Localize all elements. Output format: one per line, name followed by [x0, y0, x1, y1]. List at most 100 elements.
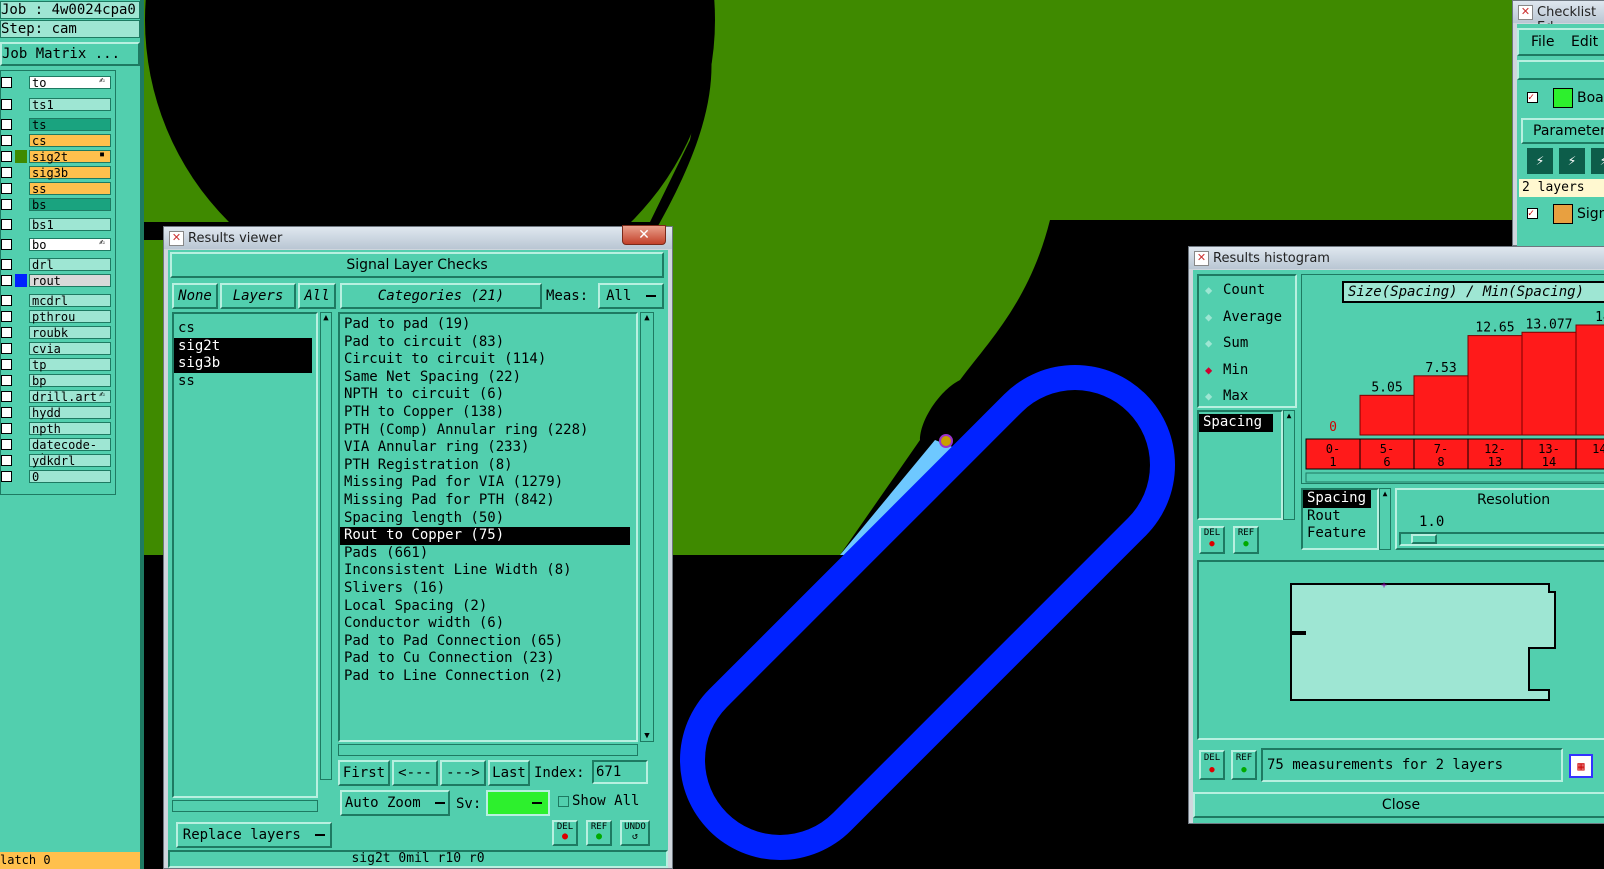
mode-radio-max[interactable]: ◆ Max	[1205, 388, 1295, 408]
next-button[interactable]: --->	[440, 760, 486, 786]
layer-checkbox[interactable]	[1, 439, 12, 450]
layer-checkbox[interactable]	[1, 343, 12, 354]
category-item[interactable]: Pad to Pad Connection (65)	[340, 633, 630, 651]
parameters-button[interactable]: Parameters	[1521, 118, 1604, 144]
layer-name[interactable]: pthrou	[29, 310, 111, 324]
layer-row[interactable]: sig2t ▪	[1, 149, 113, 164]
mode-radio-average[interactable]: ◆ Average	[1205, 309, 1295, 329]
layer-name[interactable]: cvia	[29, 342, 111, 356]
categories-list[interactable]: Pad to pad (19) Pad to circuit (83) Circui…	[338, 312, 638, 742]
attr-list[interactable]: Spacing Rout Feature	[1301, 488, 1379, 550]
hist-del-button[interactable]: DEL ●	[1199, 526, 1225, 554]
layer-name[interactable]: ydkdrl	[29, 454, 111, 468]
layer-row[interactable]: rout	[1, 273, 113, 288]
export-icon[interactable]: ▦	[1569, 754, 1593, 778]
layer-name[interactable]: bs	[29, 198, 111, 212]
layer-checkbox[interactable]	[1, 407, 12, 418]
prev-button[interactable]: <---	[392, 760, 438, 786]
layer-checkbox[interactable]	[1, 135, 12, 146]
attr-option[interactable]: Rout	[1303, 508, 1371, 526]
category-item[interactable]: NPTH to circuit (6)	[340, 386, 630, 404]
category-item[interactable]: Conductor width (6)	[340, 615, 630, 633]
layer-checkbox[interactable]	[1, 167, 12, 178]
layer-option[interactable]: sig3b	[174, 355, 312, 373]
layer-row[interactable]: sig3b	[1, 165, 113, 180]
measure-list[interactable]: Spacing	[1197, 410, 1283, 520]
layer-checkbox[interactable]	[1, 359, 12, 370]
category-item[interactable]: Pad to Cu Connection (23)	[340, 650, 630, 668]
category-item[interactable]: Pad to circuit (83)	[340, 334, 630, 352]
layer-checkbox[interactable]	[1, 423, 12, 434]
layer-row[interactable]: npth	[1, 421, 113, 436]
layer-name[interactable]: sig3b	[29, 166, 111, 180]
layer-row[interactable]: hydd	[1, 405, 113, 420]
measure-list-scrollbar[interactable]: ▲	[1283, 410, 1295, 520]
bottom-del-button[interactable]: DEL ●	[1199, 750, 1225, 780]
attr-option[interactable]: Feature	[1303, 525, 1371, 543]
job-matrix-button[interactable]: Job Matrix ...	[0, 42, 140, 66]
last-button[interactable]: Last	[488, 760, 530, 786]
layer-row[interactable]: ydkdrl	[1, 453, 113, 468]
layer-name[interactable]: bp	[29, 374, 111, 388]
mode-radio-count[interactable]: ◆ Count	[1205, 282, 1295, 302]
replace-layers-dropdown[interactable]: Replace layers	[176, 822, 332, 848]
layer-name[interactable]: tp	[29, 358, 111, 372]
meas-dropdown[interactable]: All	[598, 283, 664, 309]
layer-row[interactable]: ts1	[1, 97, 113, 112]
layer-checkbox[interactable]	[1, 471, 12, 482]
categories-button[interactable]: Categories (21)	[340, 283, 542, 309]
layer-checkbox[interactable]	[1, 259, 12, 270]
layer-row[interactable]: roubk	[1, 325, 113, 340]
attr-list-scrollbar[interactable]: ▲	[1379, 488, 1391, 550]
sv-color-dropdown[interactable]	[486, 790, 550, 816]
categories-scrollbar[interactable]: ▲ ▼	[640, 312, 654, 742]
undo-button[interactable]: UNDO ↺	[620, 820, 650, 846]
layer-select-list[interactable]: cs sig2t sig3b ss	[172, 312, 318, 798]
category-item[interactable]: PTH (Comp) Annular ring (228)	[340, 422, 630, 440]
bottom-ref-button[interactable]: REF ●	[1231, 750, 1257, 780]
category-item[interactable]: Pad to Line Connection (2)	[340, 668, 630, 686]
category-item[interactable]: Missing Pad for VIA (1279)	[340, 474, 630, 492]
category-item[interactable]: Local Spacing (2)	[340, 598, 630, 616]
mode-radio-min[interactable]: ◆ Min	[1205, 362, 1295, 382]
layer-checkbox[interactable]	[1, 199, 12, 210]
layer-checkbox[interactable]	[1, 151, 12, 162]
close-button[interactable]: Close	[1193, 792, 1604, 818]
layer-row[interactable]: datecode-pt	[1, 437, 113, 465]
layer-option[interactable]: cs	[174, 320, 312, 338]
ref-button[interactable]: REF ●	[586, 820, 612, 846]
layer-name[interactable]: cs	[29, 134, 111, 148]
attr-option[interactable]: Spacing	[1303, 490, 1371, 508]
layer-name[interactable]: npth	[29, 422, 111, 436]
index-input[interactable]: 671	[592, 760, 648, 784]
chart-hscrollbar[interactable]	[1305, 472, 1604, 483]
category-item[interactable]: VIA Annular ring (233)	[340, 439, 630, 457]
layer-option[interactable]: ss	[174, 373, 312, 391]
layer-name[interactable]: roubk	[29, 326, 111, 340]
layer-name[interactable]: mcdrl	[29, 294, 111, 308]
layer-checkbox[interactable]	[1, 391, 12, 402]
layer-name[interactable]: bs1	[29, 218, 111, 232]
layer-row[interactable]: bo ✍	[1, 237, 113, 252]
category-item[interactable]: Pad to pad (19)	[340, 316, 630, 334]
layer-row[interactable]: bs	[1, 197, 113, 212]
layer-list-scrollbar[interactable]: ▲	[320, 312, 332, 780]
category-item[interactable]: Pads (661)	[340, 545, 630, 563]
layer-checkbox[interactable]	[1, 239, 12, 250]
all-layers-button[interactable]: All	[298, 283, 336, 309]
layer-row[interactable]: drl	[1, 257, 113, 272]
layer-name[interactable]: hydd	[29, 406, 111, 420]
layer-list-hscrollbar[interactable]	[172, 800, 318, 812]
category-item[interactable]: Spacing length (50)	[340, 510, 630, 528]
edit-menu[interactable]: Edit	[1571, 34, 1598, 50]
close-icon[interactable]: ✕	[622, 225, 666, 245]
layer-option[interactable]: sig2t	[174, 337, 312, 356]
item1-checkbox[interactable]: ✓	[1527, 92, 1538, 103]
del-button[interactable]: DEL ●	[552, 820, 578, 846]
category-item[interactable]: Missing Pad for PTH (842)	[340, 492, 630, 510]
layer-row[interactable]: mcdrl	[1, 293, 113, 308]
layer-row[interactable]: ss	[1, 181, 113, 196]
layer-checkbox[interactable]	[1, 99, 12, 110]
layer-row[interactable]: 0	[1, 469, 113, 484]
layer-row[interactable]: to ✍	[1, 75, 113, 90]
